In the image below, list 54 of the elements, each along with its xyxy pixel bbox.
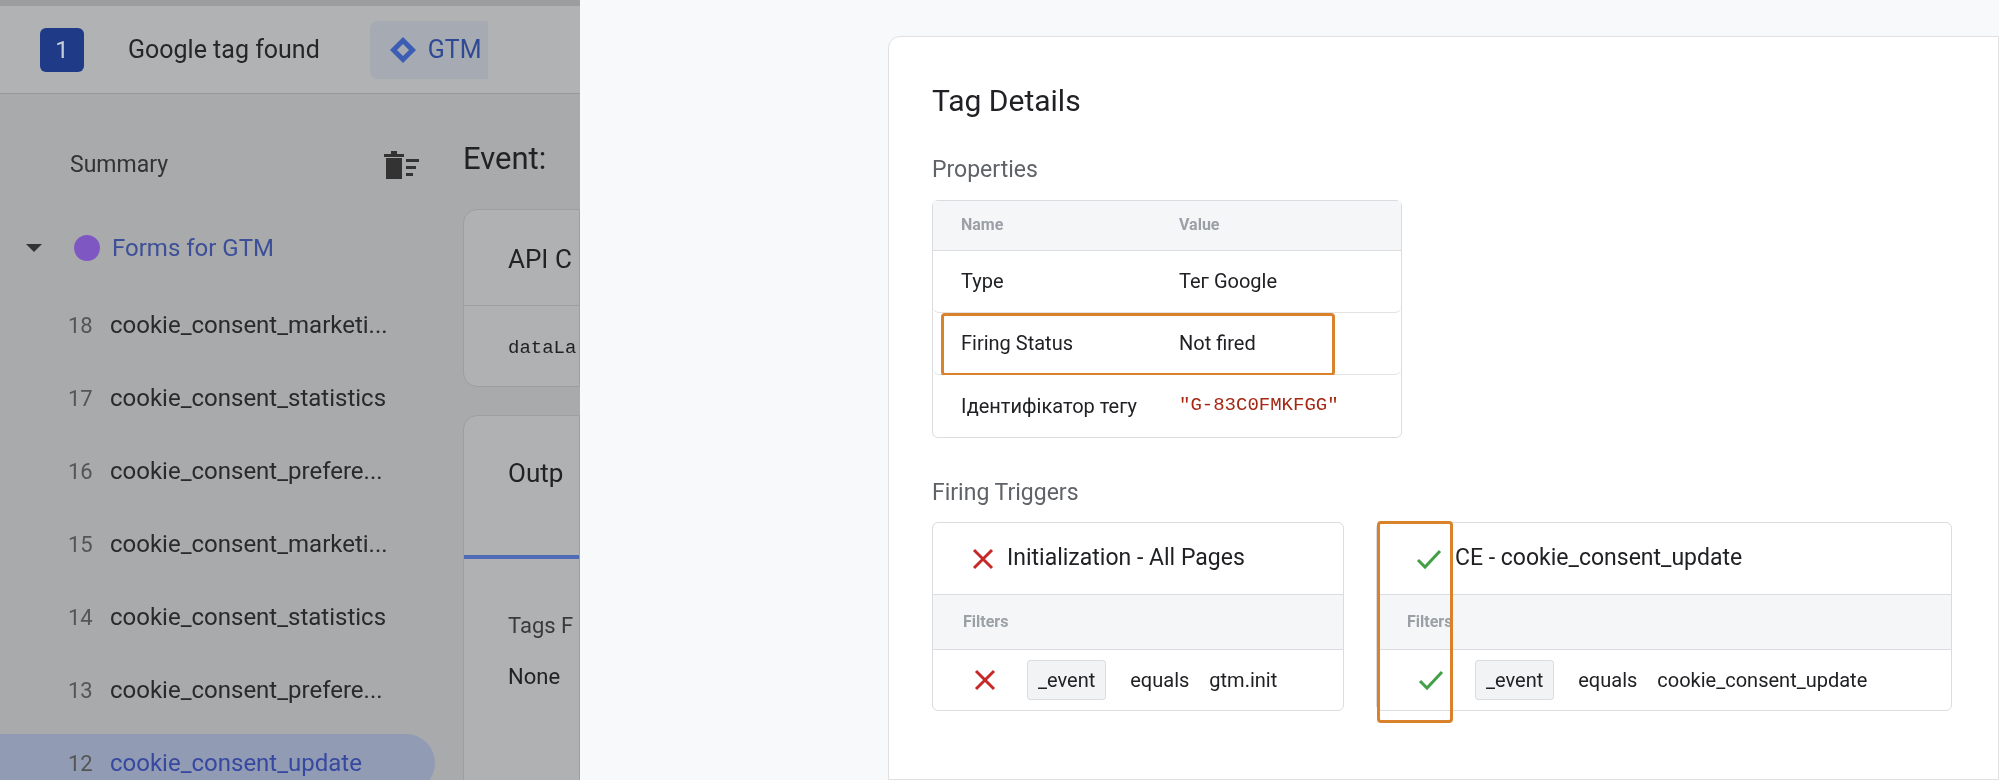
event-item[interactable]: 18 cookie_consent_marketi...: [0, 296, 435, 354]
event-label: cookie_consent_update: [110, 748, 362, 779]
event-label: cookie_consent_statistics: [110, 602, 387, 633]
filter-value: cookie_consent_update: [1657, 667, 1868, 694]
property-value: Not fired: [1179, 330, 1256, 357]
event-number: 14: [68, 603, 94, 632]
event-item[interactable]: 15 cookie_consent_marketi...: [0, 515, 435, 573]
property-name: Firing Status: [961, 330, 1074, 357]
section-label: Tags F: [508, 611, 575, 640]
code-text: dataLa: [508, 336, 577, 359]
section-value: None: [508, 662, 562, 691]
chip-label: GTM: [427, 33, 482, 66]
filters-label: Filters: [963, 611, 1009, 633]
event-label: cookie_consent_marketi...: [110, 529, 388, 560]
event-item[interactable]: 17 cookie_consent_statistics: [0, 369, 435, 427]
event-number: 18: [68, 311, 94, 340]
container-chip[interactable]: GTM: [369, 20, 488, 79]
property-value: Тег Google: [1179, 268, 1278, 295]
event-label: cookie_consent_prefere...: [110, 456, 383, 487]
event-item[interactable]: 13 cookie_consent_prefere...: [0, 661, 435, 719]
card-title: API C: [508, 242, 573, 276]
column-header: Value: [1179, 214, 1220, 236]
header-title: Google tag found: [128, 33, 320, 66]
filter-value: gtm.init: [1209, 667, 1278, 694]
trigger-name: CE - cookie_consent_update: [1455, 543, 1743, 574]
section-heading: Firing Triggers: [932, 477, 1080, 508]
trigger-name: Initialization - All Pages: [1007, 543, 1245, 574]
event-number: 16: [68, 457, 94, 486]
filter-operator: equals: [1130, 667, 1190, 694]
delete-list-icon[interactable]: [382, 149, 420, 181]
event-number: 15: [68, 530, 94, 559]
event-label: cookie_consent_marketi...: [110, 310, 388, 341]
column-header: Name: [961, 214, 1005, 236]
event-label: cookie_consent_statistics: [110, 383, 387, 414]
event-number: 13: [68, 676, 94, 705]
group-row[interactable]: Forms for GTM: [0, 215, 440, 281]
property-name: Ідентифікатор тегу: [961, 392, 1139, 420]
variable-chip: _event: [1027, 660, 1107, 700]
filter-operator: equals: [1578, 667, 1638, 694]
property-value: "G-83C0FMKFGG": [1179, 393, 1339, 419]
event-item[interactable]: 16 cookie_consent_prefere...: [0, 442, 435, 500]
count-badge: 1: [40, 27, 84, 72]
group-label: Forms for GTM: [112, 233, 274, 264]
section-heading: Properties: [932, 155, 1039, 185]
property-name: Type: [961, 268, 1005, 295]
event-item[interactable]: 14 cookie_consent_statistics: [0, 588, 435, 646]
event-title: Event:: [463, 139, 548, 179]
event-number: 17: [68, 384, 94, 413]
panel-title: Tag Details: [932, 82, 1082, 120]
summary-label[interactable]: Summary: [70, 147, 169, 183]
event-label: cookie_consent_prefere...: [110, 675, 383, 706]
card-title: Outp: [508, 456, 565, 490]
event-number: 12: [68, 749, 94, 778]
variable-chip: _event: [1475, 660, 1555, 700]
